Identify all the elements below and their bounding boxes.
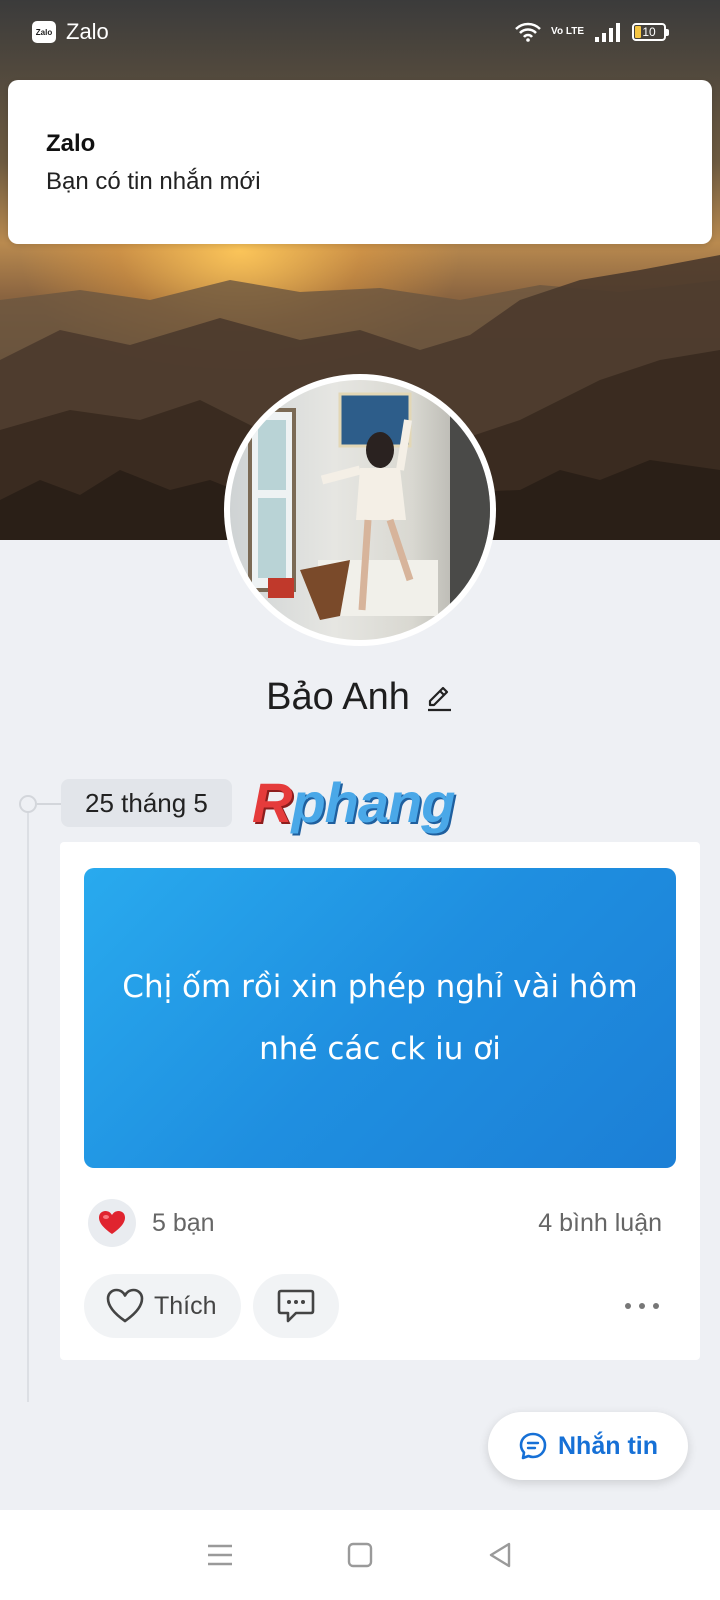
status-bar: Zalo Zalo Vo LTE 10 [0, 0, 720, 64]
notification-body: Bạn có tin nhắn mới [46, 168, 261, 195]
comment-icon [277, 1289, 314, 1323]
message-label: Nhắn tin [558, 1431, 658, 1460]
notification-title: Zalo [46, 130, 96, 157]
system-nav-bar [0, 1510, 720, 1600]
reaction-count: 5 bạn [152, 1208, 215, 1237]
timeline-date-label: 25 tháng 5 [85, 787, 208, 818]
profile-name: Bảo Anh [266, 676, 410, 718]
battery-level: 10 [642, 25, 656, 39]
avatar-photo [230, 380, 490, 640]
nav-home-button[interactable] [330, 1525, 390, 1585]
status-post[interactable]: Chị ốm rồi xin phép nghỉ vài hôm nhé các… [84, 868, 676, 1168]
status-bar-app: Zalo Zalo [32, 19, 109, 45]
heart-icon [99, 1211, 125, 1234]
nav-back-button[interactable] [470, 1525, 530, 1585]
heart-reaction-badge [88, 1199, 136, 1247]
avatar[interactable] [224, 374, 496, 646]
nav-menu-button[interactable] [190, 1525, 250, 1585]
back-triangle-icon [489, 1542, 511, 1568]
like-button[interactable]: Thích [84, 1274, 241, 1338]
status-indicators: Vo LTE 10 [515, 22, 669, 42]
comment-button[interactable] [252, 1274, 339, 1338]
timeline-date: 25 tháng 5 [61, 779, 232, 827]
wifi-icon [515, 22, 541, 42]
more-options-button[interactable] [620, 1286, 664, 1326]
signal-icon [595, 23, 620, 42]
heart-outline-icon [106, 1288, 144, 1323]
like-label: Thích [154, 1291, 217, 1320]
pencil-icon[interactable] [424, 683, 454, 713]
timeline-dot [19, 795, 37, 813]
reaction-summary[interactable]: 5 bạn [88, 1199, 215, 1247]
reactions-row: 5 bạn 4 bình luận [88, 1198, 662, 1248]
watermark-rest: phang [291, 771, 455, 834]
menu-icon [208, 1544, 232, 1566]
message-button[interactable]: Nhắn tin [488, 1412, 688, 1480]
timeline-line [27, 806, 29, 1402]
timeline-connector [37, 803, 61, 805]
volte-indicator: Vo LTE [551, 26, 584, 37]
comment-count[interactable]: 4 bình luận [538, 1209, 662, 1238]
chat-bubble-icon [519, 1432, 547, 1460]
battery-icon: 10 [632, 23, 669, 41]
notification-banner[interactable]: Zalo Bạn có tin nhắn mới [8, 80, 712, 244]
post-actions: Thích [84, 1274, 664, 1338]
status-app-name: Zalo [66, 19, 109, 44]
zalo-app-icon: Zalo [32, 21, 56, 43]
home-square-icon [347, 1542, 373, 1568]
post-card: Chị ốm rồi xin phép nghỉ vài hôm nhé các… [60, 842, 700, 1360]
profile-name-row: Bảo Anh [0, 676, 720, 719]
watermark-first: R [252, 771, 292, 834]
watermark-logo: Rphang [252, 770, 455, 835]
status-post-text: Chị ốm rồi xin phép nghỉ vài hôm nhé các… [122, 969, 638, 1067]
more-icon [625, 1303, 659, 1309]
